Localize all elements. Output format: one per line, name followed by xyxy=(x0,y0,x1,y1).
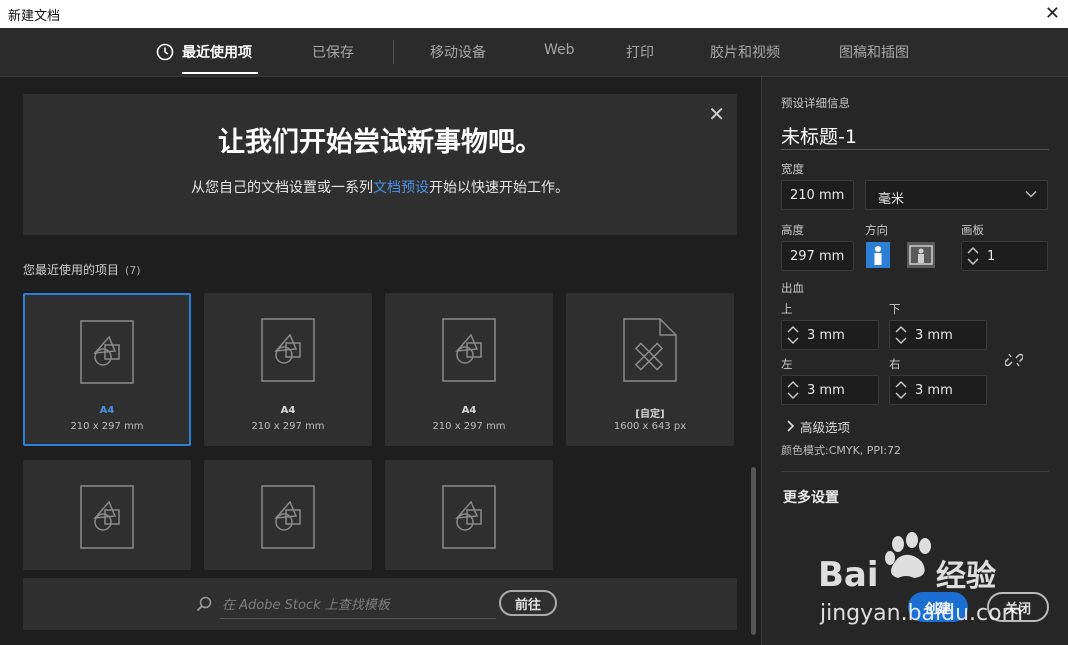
tab-recent[interactable]: 最近使用项 xyxy=(182,42,252,62)
advanced-options-toggle[interactable]: 高级选项 xyxy=(800,417,850,436)
recent-item-card[interactable] xyxy=(385,460,553,570)
stepper-arrows-icon[interactable] xyxy=(786,325,800,345)
unit-select-value: 毫米 xyxy=(878,192,905,207)
recent-item-card[interactable] xyxy=(204,460,372,570)
tab-film-video[interactable]: 胶片和视频 xyxy=(710,42,780,62)
width-field[interactable]: 210 mm xyxy=(781,180,854,210)
document-shapes-icon xyxy=(80,320,134,384)
document-shapes-icon xyxy=(442,485,496,549)
document-presets-link[interactable]: 文档预设 xyxy=(373,180,429,196)
height-field[interactable]: 297 mm xyxy=(781,241,854,271)
tab-mobile[interactable]: 移动设备 xyxy=(430,42,486,62)
bleed-right-stepper[interactable]: 3 mm xyxy=(889,375,987,405)
bleed-right-label: 右 xyxy=(889,357,901,371)
search-icon xyxy=(196,596,212,612)
recent-item-name: [自定] xyxy=(635,409,665,420)
recent-item-card[interactable]: A4 210 x 297 mm xyxy=(385,293,553,446)
orientation-label: 方向 xyxy=(865,223,888,237)
document-shapes-icon xyxy=(261,318,315,382)
tab-art-illustration[interactable]: 图稿和插图 xyxy=(839,42,909,62)
landscape-icon xyxy=(909,245,933,265)
portrait-orientation-button[interactable] xyxy=(866,242,890,268)
link-chain-icon[interactable] xyxy=(1005,351,1023,369)
active-tab-indicator xyxy=(182,72,258,74)
chevron-down-icon xyxy=(1025,190,1037,198)
stock-search-input[interactable] xyxy=(220,592,496,619)
bleed-left-value: 3 mm xyxy=(807,383,845,398)
welcome-banner: ✕ 让我们开始尝试新事物吧。 从您自己的文档设置或一系列文档预设开始以快速开始工… xyxy=(23,94,737,235)
recent-item-size: 1600 x 643 px xyxy=(613,421,687,432)
stepper-arrows-icon[interactable] xyxy=(786,380,800,400)
recent-item-size: 210 x 297 mm xyxy=(432,421,506,432)
artboards-value: 1 xyxy=(987,249,996,264)
stepper-arrows-icon[interactable] xyxy=(894,325,908,345)
width-label: 宽度 xyxy=(781,162,804,176)
banner-heading: 让我们开始尝试新事物吧。 xyxy=(218,127,542,158)
create-button[interactable]: 创建 xyxy=(908,592,968,622)
tab-web[interactable]: Web xyxy=(544,42,575,58)
recent-item-name: A4 xyxy=(99,405,115,416)
window-close-icon[interactable]: ✕ xyxy=(1045,3,1060,24)
recent-items-heading: 您最近使用的项目 (7) xyxy=(23,261,141,278)
more-settings-button[interactable]: 更多设置 xyxy=(783,487,839,507)
bleed-bottom-stepper[interactable]: 3 mm xyxy=(889,320,987,350)
chevron-right-icon[interactable] xyxy=(786,420,796,432)
preset-details-panel: 预设详细信息 宽度 210 mm 毫米 高度 方向 画板 297 mm 1 出血… xyxy=(761,77,1068,645)
stock-go-button[interactable]: 前往 xyxy=(499,590,557,616)
document-shapes-icon xyxy=(80,485,134,549)
banner-subtext: 从您自己的文档设置或一系列文档预设开始以快速开始工作。 xyxy=(23,177,737,197)
artboards-label: 画板 xyxy=(961,223,984,237)
window-titlebar: 新建文档 ✕ xyxy=(0,0,1068,28)
height-label: 高度 xyxy=(781,223,804,237)
recent-item-card[interactable]: A4 210 x 297 mm xyxy=(23,293,191,446)
panel-divider xyxy=(781,471,1049,472)
bleed-top-stepper[interactable]: 3 mm xyxy=(781,320,879,350)
recent-item-card[interactable] xyxy=(23,460,191,570)
preset-details-label: 预设详细信息 xyxy=(781,96,850,110)
bleed-top-label: 上 xyxy=(781,302,793,316)
artboards-stepper[interactable]: 1 xyxy=(961,241,1048,271)
stock-search-bar: 前往 xyxy=(23,578,737,630)
landscape-orientation-button[interactable] xyxy=(907,242,935,268)
tab-saved[interactable]: 已保存 xyxy=(312,42,354,62)
recent-item-name: A4 xyxy=(461,405,477,416)
recent-item-size: 210 x 297 mm xyxy=(70,421,144,432)
clock-icon xyxy=(156,43,174,61)
window-title: 新建文档 xyxy=(8,9,61,24)
banner-sub-before: 从您自己的文档设置或一系列 xyxy=(191,180,373,196)
recent-item-card[interactable]: A4 210 x 297 mm xyxy=(204,293,372,446)
recent-items-label: 您最近使用的项目 xyxy=(23,263,120,277)
bleed-bottom-value: 3 mm xyxy=(915,328,953,343)
main-area: ✕ 让我们开始尝试新事物吧。 从您自己的文档设置或一系列文档预设开始以快速开始工… xyxy=(0,77,760,645)
unit-select[interactable]: 毫米 xyxy=(865,180,1048,210)
document-ruler-pencil-icon xyxy=(623,318,677,382)
bleed-left-stepper[interactable]: 3 mm xyxy=(781,375,879,405)
bleed-left-label: 左 xyxy=(781,357,793,371)
bleed-label: 出血 xyxy=(781,281,804,295)
stepper-arrows-icon[interactable] xyxy=(894,380,908,400)
banner-sub-after: 开始以快速开始工作。 xyxy=(429,180,569,196)
close-button[interactable]: 关闭 xyxy=(987,592,1049,622)
bleed-top-value: 3 mm xyxy=(807,328,845,343)
tab-divider xyxy=(393,40,394,64)
recent-items-count: (7) xyxy=(125,264,141,277)
recent-item-size: 210 x 297 mm xyxy=(251,421,325,432)
recent-item-name: A4 xyxy=(280,405,296,416)
recent-item-card[interactable]: [自定] 1600 x 643 px xyxy=(566,293,734,446)
document-name-input[interactable] xyxy=(781,121,1049,150)
bleed-bottom-label: 下 xyxy=(889,302,901,316)
portrait-icon xyxy=(874,246,882,265)
bleed-right-value: 3 mm xyxy=(915,383,953,398)
color-mode-info: 颜色模式:CMYK, PPI:72 xyxy=(781,444,902,457)
recent-scrollbar[interactable] xyxy=(751,467,756,635)
stepper-arrows-icon[interactable] xyxy=(966,246,980,266)
document-shapes-icon xyxy=(261,485,315,549)
document-shapes-icon xyxy=(442,318,496,382)
tab-print[interactable]: 打印 xyxy=(626,42,654,62)
